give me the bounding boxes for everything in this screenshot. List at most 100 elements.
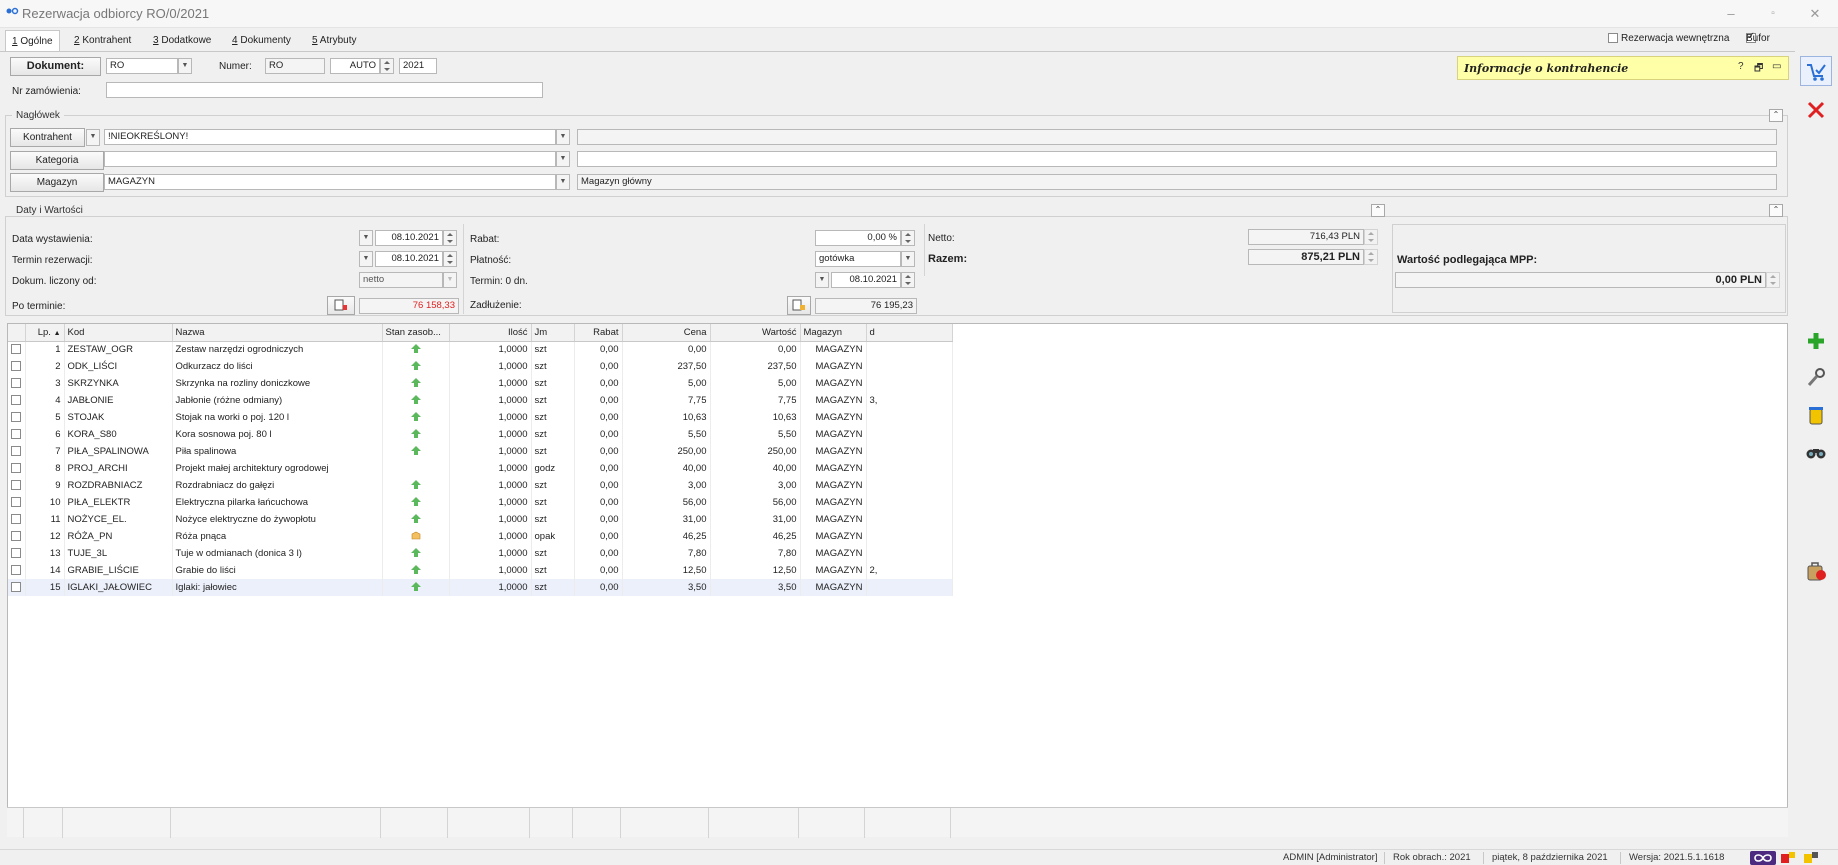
table-row[interactable]: 8 PROJ_ARCHI Projekt małej architektury og… xyxy=(8,460,953,477)
header-lp[interactable]: Lp. ▲ xyxy=(25,324,65,342)
payment-term-date[interactable]: 08.10.2021 xyxy=(831,272,901,288)
row-select-checkbox[interactable] xyxy=(11,377,22,388)
calendar-dropdown-icon[interactable]: ▼ xyxy=(815,272,829,288)
maximize-button[interactable]: ▫ xyxy=(1758,4,1788,24)
header-wartosc[interactable]: Wartość xyxy=(710,324,801,342)
tab-general[interactable]: 1 Ogólne xyxy=(5,30,60,52)
header-ilosc[interactable]: Ilość xyxy=(449,324,532,342)
debt-details-button[interactable] xyxy=(787,296,811,315)
header-select[interactable] xyxy=(8,324,26,342)
table-row[interactable]: 14 GRABIE_LIŚCIE Grabie do liści 1,0000 szt 0… xyxy=(8,562,953,579)
row-select-checkbox[interactable] xyxy=(11,547,22,558)
row-select-checkbox[interactable] xyxy=(11,360,22,371)
table-row[interactable]: 2 ODK_LIŚCI Odkurzacz do liści 1,0000 szt 0,0… xyxy=(8,358,953,375)
collapse-header-button[interactable]: ⌃ xyxy=(1769,109,1783,122)
chevron-down-icon[interactable]: ▼ xyxy=(556,151,570,167)
document-button[interactable]: Dokument: xyxy=(10,57,101,76)
table-row[interactable]: 13 TUJE_3L Tuje w odmianach (donica 3 l) 1,… xyxy=(8,545,953,562)
issue-document-button[interactable] xyxy=(1800,556,1832,586)
row-select-checkbox[interactable] xyxy=(11,428,22,439)
row-select-checkbox[interactable] xyxy=(11,513,22,524)
table-row[interactable]: 10 PIŁA_ELEKTR Elektryczna pilarka łańcuch… xyxy=(8,494,953,511)
header-nazwa[interactable]: Nazwa xyxy=(172,324,383,342)
row-select-checkbox[interactable] xyxy=(11,496,22,507)
contractor-dropdown-icon[interactable]: ▼ xyxy=(86,129,100,146)
row-select-checkbox[interactable] xyxy=(11,530,22,541)
category-description[interactable] xyxy=(577,151,1777,167)
table-row[interactable]: 9 ROZDRABNIACZ Rozdrabniacz do gałęzi 1,000… xyxy=(8,477,953,494)
order-number-input[interactable] xyxy=(106,82,543,98)
chevron-down-icon[interactable]: ▼ xyxy=(556,174,570,190)
tab-documents[interactable]: 4 Dokumenty xyxy=(226,30,297,52)
header-stan[interactable]: Stan zasob... xyxy=(382,324,450,342)
table-row[interactable]: 6 KORA_S80 Kora sosnowa poj. 80 l 1,0000 szt… xyxy=(8,426,953,443)
discount-spinner[interactable] xyxy=(901,230,915,246)
warehouse-button[interactable]: Magazyn xyxy=(10,173,104,192)
chevron-down-icon[interactable]: ▼ xyxy=(901,251,915,267)
issue-date-spinner[interactable] xyxy=(443,230,457,246)
table-row[interactable]: 3 SKRZYNKA Skrzynka na rozliny doniczkowe 1… xyxy=(8,375,953,392)
row-select-checkbox[interactable] xyxy=(11,411,22,422)
payment-select[interactable]: gotówka xyxy=(815,251,901,267)
contractor-button[interactable]: Kontrahent xyxy=(10,128,85,147)
help-icon[interactable]: ? xyxy=(1738,61,1744,72)
table-row[interactable]: 15 IGLAKI_JAŁOWIEC Iglaki: jałowiec 1,0000 s… xyxy=(8,579,953,596)
minimize-button[interactable]: – xyxy=(1716,4,1746,24)
calculated-from-select[interactable]: netto xyxy=(359,272,443,288)
edit-item-button[interactable] xyxy=(1800,362,1832,392)
contractor-input[interactable]: !NIEOKREŚLONY! xyxy=(104,129,556,145)
header-kod[interactable]: Kod xyxy=(64,324,173,342)
tab-contractor[interactable]: 2 Kontrahent xyxy=(68,30,137,52)
collapse-dates-button[interactable]: ⌃ xyxy=(1371,204,1385,217)
header-cena[interactable]: Cena xyxy=(622,324,711,342)
warehouse-input[interactable]: MAGAZYN xyxy=(104,174,556,190)
table-row[interactable]: 1 ZESTAW_OGR Zestaw narzędzi ogrodniczych 1… xyxy=(8,341,953,358)
table-row[interactable]: 5 STOJAK Stojak na worki o poj. 120 l 1,000… xyxy=(8,409,953,426)
row-select-checkbox[interactable] xyxy=(11,394,22,405)
header-d[interactable]: d xyxy=(866,324,953,342)
row-select-checkbox[interactable] xyxy=(11,462,22,473)
restore-icon[interactable]: 🗗 xyxy=(1754,61,1763,78)
tab-additional[interactable]: 3 Dodatkowe xyxy=(147,30,217,52)
collapse-mpp-button[interactable]: ⌃ xyxy=(1769,204,1783,217)
delete-item-button[interactable] xyxy=(1800,400,1832,430)
close-window-button[interactable]: ✕ xyxy=(1800,4,1830,24)
calendar-dropdown-icon[interactable]: ▼ xyxy=(359,230,373,246)
table-row[interactable]: 12 RÓŻA_PN Róża pnąca 1,0000 opak 0,00 46,25 46… xyxy=(8,528,953,545)
payment-term-spinner[interactable] xyxy=(901,272,915,288)
row-select-checkbox[interactable] xyxy=(11,581,22,592)
internal-reservation-checkbox[interactable] xyxy=(1608,33,1618,43)
reservation-date-input[interactable]: 08.10.2021 xyxy=(375,251,443,267)
updates-icon[interactable] xyxy=(1803,851,1819,865)
infinity-icon[interactable] xyxy=(1750,851,1776,865)
chevron-down-icon[interactable]: ▼ xyxy=(178,58,192,74)
discount-input[interactable]: 0,00 % xyxy=(815,230,901,246)
window-icon[interactable]: ▭ xyxy=(1772,61,1781,72)
header-rabat[interactable]: Rabat xyxy=(574,324,623,342)
calendar-dropdown-icon[interactable]: ▼ xyxy=(359,251,373,267)
document-type-select[interactable]: RO xyxy=(106,58,178,74)
notification-icon[interactable] xyxy=(1780,851,1796,865)
save-button[interactable] xyxy=(1800,56,1832,86)
reservation-date-spinner[interactable] xyxy=(443,251,457,267)
view-button[interactable] xyxy=(1800,438,1832,468)
header-jm[interactable]: Jm xyxy=(531,324,575,342)
row-select-checkbox[interactable] xyxy=(11,479,22,490)
number-spinner[interactable] xyxy=(380,58,394,74)
row-select-checkbox[interactable] xyxy=(11,445,22,456)
table-row[interactable]: 4 JABŁONIE Jabłonie (różne odmiany) 1,0000 s… xyxy=(8,392,953,409)
category-button[interactable]: Kategoria xyxy=(10,151,104,170)
header-magazyn[interactable]: Magazyn xyxy=(800,324,867,342)
issue-date-input[interactable]: 08.10.2021 xyxy=(375,230,443,246)
cancel-button[interactable] xyxy=(1800,95,1832,125)
number-auto-field[interactable]: AUTO xyxy=(330,58,380,74)
add-item-button[interactable] xyxy=(1800,326,1832,356)
chevron-down-icon[interactable]: ▼ xyxy=(443,272,457,288)
table-row[interactable]: 7 PIŁA_SPALINOWA Piła spalinowa 1,0000 szt 0,… xyxy=(8,443,953,460)
number-year-field[interactable]: 2021 xyxy=(399,58,437,74)
row-select-checkbox[interactable] xyxy=(11,564,22,575)
overdue-details-button[interactable] xyxy=(327,296,355,315)
chevron-down-icon[interactable]: ▼ xyxy=(556,129,570,145)
category-input[interactable] xyxy=(104,151,556,167)
row-select-checkbox[interactable] xyxy=(11,343,22,354)
